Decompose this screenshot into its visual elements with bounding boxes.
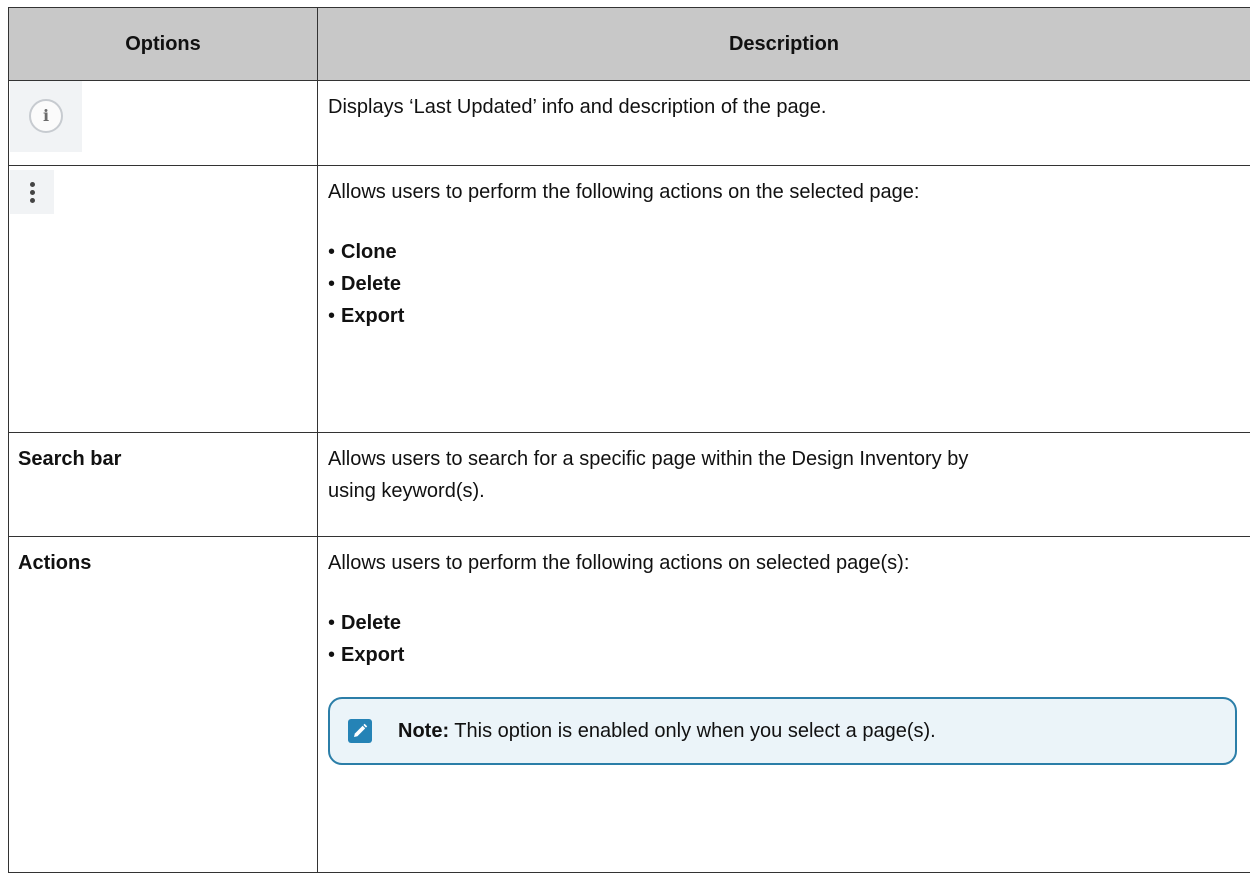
list-item: • Clone bbox=[328, 241, 397, 263]
options-table: Options Description i Displays ‘Last Upd… bbox=[8, 7, 1250, 873]
description-line: Allows users to search for a specific pa… bbox=[328, 448, 969, 470]
option-cell: Actions bbox=[8, 536, 318, 873]
kebab-icon-box bbox=[10, 170, 54, 214]
pencil-icon bbox=[348, 719, 372, 743]
description-cell: Allows users to perform the following ac… bbox=[317, 536, 1250, 873]
option-cell bbox=[8, 165, 318, 433]
info-icon-box: i bbox=[10, 80, 82, 152]
table-row-info: i Displays ‘Last Updated’ info and descr… bbox=[8, 80, 1250, 166]
description-cell: Allows users to perform the following ac… bbox=[317, 165, 1250, 433]
description-cell: Displays ‘Last Updated’ info and descrip… bbox=[317, 80, 1250, 166]
option-cell: i bbox=[8, 80, 318, 166]
option-cell: Search bar bbox=[8, 432, 318, 537]
info-icon: i bbox=[29, 99, 63, 133]
table-header-row: Options Description bbox=[8, 7, 1250, 81]
note-body: This option is enabled only when you sel… bbox=[449, 720, 936, 742]
action-list: • Delete • Export bbox=[328, 607, 1238, 671]
list-item: • Delete bbox=[328, 612, 402, 634]
header-options: Options bbox=[8, 7, 318, 81]
list-item: • Export bbox=[328, 305, 405, 327]
description-text: Displays ‘Last Updated’ info and descrip… bbox=[328, 96, 827, 118]
description-text: Allows users to perform the following ac… bbox=[328, 181, 920, 203]
header-description: Description bbox=[317, 7, 1250, 81]
kebab-menu-icon bbox=[29, 181, 35, 203]
description-text: Allows users to perform the following ac… bbox=[328, 552, 910, 574]
description-cell: Allows users to search for a specific pa… bbox=[317, 432, 1250, 537]
action-list: • Clone • Delete • Export bbox=[328, 236, 1238, 332]
table-row-search-bar: Search bar Allows users to search for a … bbox=[8, 432, 1250, 537]
list-item: • Export bbox=[328, 644, 405, 666]
option-label: Actions bbox=[18, 552, 92, 574]
note-text: Note: This option is enabled only when y… bbox=[398, 715, 936, 747]
note-label: Note: bbox=[398, 720, 450, 742]
description-line: using keyword(s). bbox=[328, 480, 485, 502]
note-callout: Note: This option is enabled only when y… bbox=[328, 697, 1237, 765]
table-row-actions: Actions Allows users to perform the foll… bbox=[8, 536, 1250, 873]
option-label: Search bar bbox=[18, 448, 122, 470]
table-row-kebab: Allows users to perform the following ac… bbox=[8, 165, 1250, 433]
list-item: • Delete bbox=[328, 273, 402, 295]
